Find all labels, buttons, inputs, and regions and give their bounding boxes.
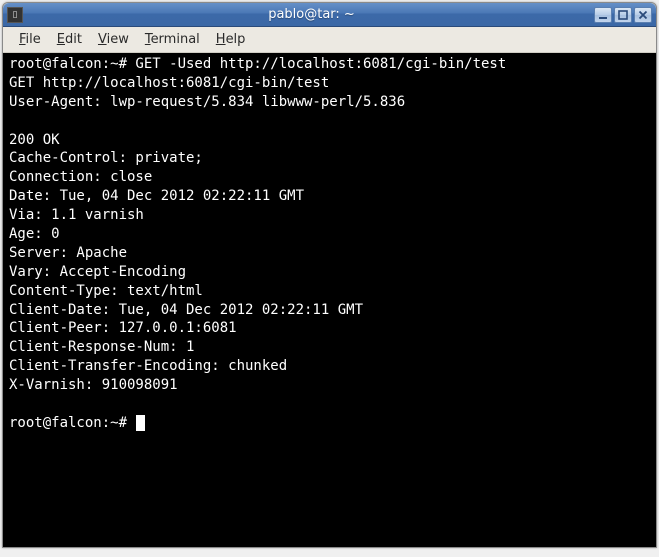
terminal-line: Via: 1.1 varnish xyxy=(9,206,650,225)
menu-label: iew xyxy=(107,32,129,47)
window-controls xyxy=(594,7,652,23)
terminal-line: Client-Peer: 127.0.0.1:6081 xyxy=(9,319,650,338)
menu-label: dit xyxy=(65,32,82,47)
window-title: pablo@tar: ~ xyxy=(29,7,594,22)
menubar: File Edit View Terminal Help xyxy=(3,27,656,53)
terminal-line: GET http://localhost:6081/cgi-bin/test xyxy=(9,74,650,93)
terminal-line: Vary: Accept-Encoding xyxy=(9,263,650,282)
terminal-line: 200 OK xyxy=(9,131,650,150)
terminal-line: Content-Type: text/html xyxy=(9,282,650,301)
menu-accel: H xyxy=(216,32,226,47)
terminal-line: X-Varnish: 910098091 xyxy=(9,376,650,395)
menu-label: erminal xyxy=(151,32,200,47)
minimize-button[interactable] xyxy=(594,7,612,23)
menu-file[interactable]: File xyxy=(11,29,49,50)
terminal-line: root@falcon:~# GET -Used http://localhos… xyxy=(9,55,650,74)
terminal-prompt: root@falcon:~# xyxy=(9,415,135,431)
terminal-line: Age: 0 xyxy=(9,225,650,244)
terminal-line xyxy=(9,395,650,414)
menu-view[interactable]: View xyxy=(90,29,137,50)
app-icon: ▯ xyxy=(7,7,23,23)
terminal-body[interactable]: root@falcon:~# GET -Used http://localhos… xyxy=(3,53,656,547)
terminal-line: Client-Transfer-Encoding: chunked xyxy=(9,357,650,376)
menu-label: ile xyxy=(26,32,41,47)
close-icon xyxy=(638,10,648,20)
terminal-line: User-Agent: lwp-request/5.834 libwww-per… xyxy=(9,93,650,112)
menu-terminal[interactable]: Terminal xyxy=(137,29,208,50)
terminal-line: Client-Date: Tue, 04 Dec 2012 02:22:11 G… xyxy=(9,301,650,320)
maximize-button[interactable] xyxy=(614,7,632,23)
terminal-line xyxy=(9,112,650,131)
terminal-line: Connection: close xyxy=(9,168,650,187)
terminal-line: Date: Tue, 04 Dec 2012 02:22:11 GMT xyxy=(9,187,650,206)
menu-help[interactable]: Help xyxy=(208,29,254,50)
menu-edit[interactable]: Edit xyxy=(49,29,90,50)
terminal-line: Server: Apache xyxy=(9,244,650,263)
cursor-icon xyxy=(136,415,145,431)
maximize-icon xyxy=(618,10,628,20)
titlebar[interactable]: ▯ pablo@tar: ~ xyxy=(3,3,656,27)
terminal-line: Client-Response-Num: 1 xyxy=(9,338,650,357)
terminal-window: ▯ pablo@tar: ~ File Edit View Terminal H… xyxy=(2,2,657,548)
menu-accel: V xyxy=(98,32,107,47)
menu-accel: E xyxy=(57,32,65,47)
close-button[interactable] xyxy=(634,7,652,23)
menu-label: elp xyxy=(226,32,246,47)
terminal-prompt-line[interactable]: root@falcon:~# xyxy=(9,414,650,433)
terminal-line: Cache-Control: private; xyxy=(9,149,650,168)
minimize-icon xyxy=(598,10,608,20)
